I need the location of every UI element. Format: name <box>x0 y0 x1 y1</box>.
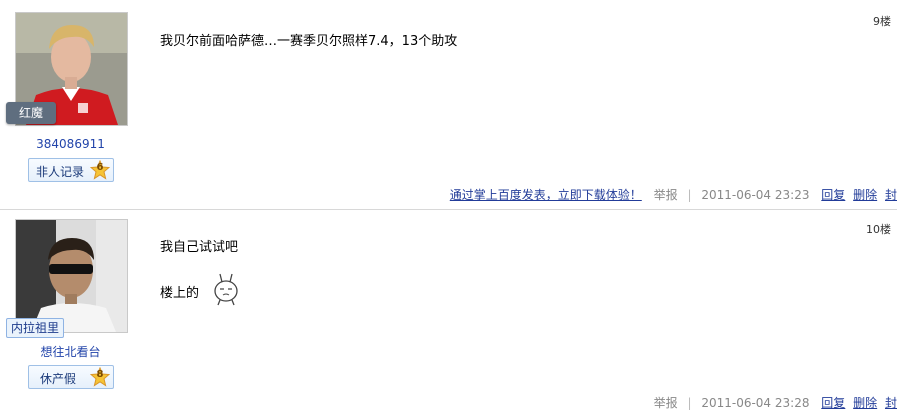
username-link[interactable]: 想往北看台 <box>15 343 126 360</box>
avatar[interactable] <box>15 219 128 333</box>
level-number: 6 <box>96 162 104 173</box>
post-content: 我自己试试吧 楼上的 <box>160 238 239 306</box>
separator: | <box>687 188 692 202</box>
level-title: 非人记录 <box>36 165 85 179</box>
delete-link[interactable]: 删除 <box>853 396 877 410</box>
post-content: 我贝尔前面哈萨德…一赛季贝尔照样7.4，13个助攻 <box>160 32 457 52</box>
level-badge[interactable]: 休产假 8 <box>28 365 114 389</box>
post-floor-9: 红魔 384086911 非人记录 6 9楼 我贝尔前面哈萨德…一赛季贝尔照样7… <box>0 0 907 208</box>
post-timestamp: 2011-06-04 23:23 <box>701 188 810 202</box>
emoticon-icon <box>214 273 238 306</box>
level-badge[interactable]: 非人记录 6 <box>28 158 114 182</box>
floor-number: 10楼 <box>866 223 891 236</box>
reply-link[interactable]: 回复 <box>821 396 845 410</box>
floor-number: 9楼 <box>873 15 891 28</box>
content-line: 我自己试试吧 <box>160 240 239 255</box>
report-link[interactable]: 举报 <box>654 188 678 202</box>
content-line: 楼上的 <box>160 286 200 301</box>
report-link[interactable]: 举报 <box>654 396 678 410</box>
separator: | <box>687 396 692 410</box>
post-floor-10: 内拉祖里 想往北看台 休产假 8 10楼 我自己试试吧 楼上的 举报 | 201… <box>0 210 907 415</box>
ban-link[interactable]: 封 <box>885 188 897 202</box>
delete-link[interactable]: 删除 <box>853 188 877 202</box>
ban-link[interactable]: 封 <box>885 396 897 410</box>
user-title-badge: 红魔 <box>6 102 56 124</box>
user-title-badge: 内拉祖里 <box>6 318 64 338</box>
promo-link[interactable]: 通过掌上百度发表，立即下载体验！ <box>450 188 642 202</box>
post-timestamp: 2011-06-04 23:28 <box>701 396 810 410</box>
level-number: 8 <box>96 369 104 380</box>
post-footer: 举报 | 2011-06-04 23:28 回复 删除 封 <box>654 394 897 411</box>
username-link[interactable]: 384086911 <box>15 137 126 151</box>
content-line-with-emoticon: 楼上的 <box>160 273 238 306</box>
reply-link[interactable]: 回复 <box>821 188 845 202</box>
content-line: 我贝尔前面哈萨德…一赛季贝尔照样7.4，13个助攻 <box>160 34 458 49</box>
level-title: 休产假 <box>40 372 77 386</box>
post-footer: 通过掌上百度发表，立即下载体验！ 举报 | 2011-06-04 23:23 回… <box>450 186 897 203</box>
